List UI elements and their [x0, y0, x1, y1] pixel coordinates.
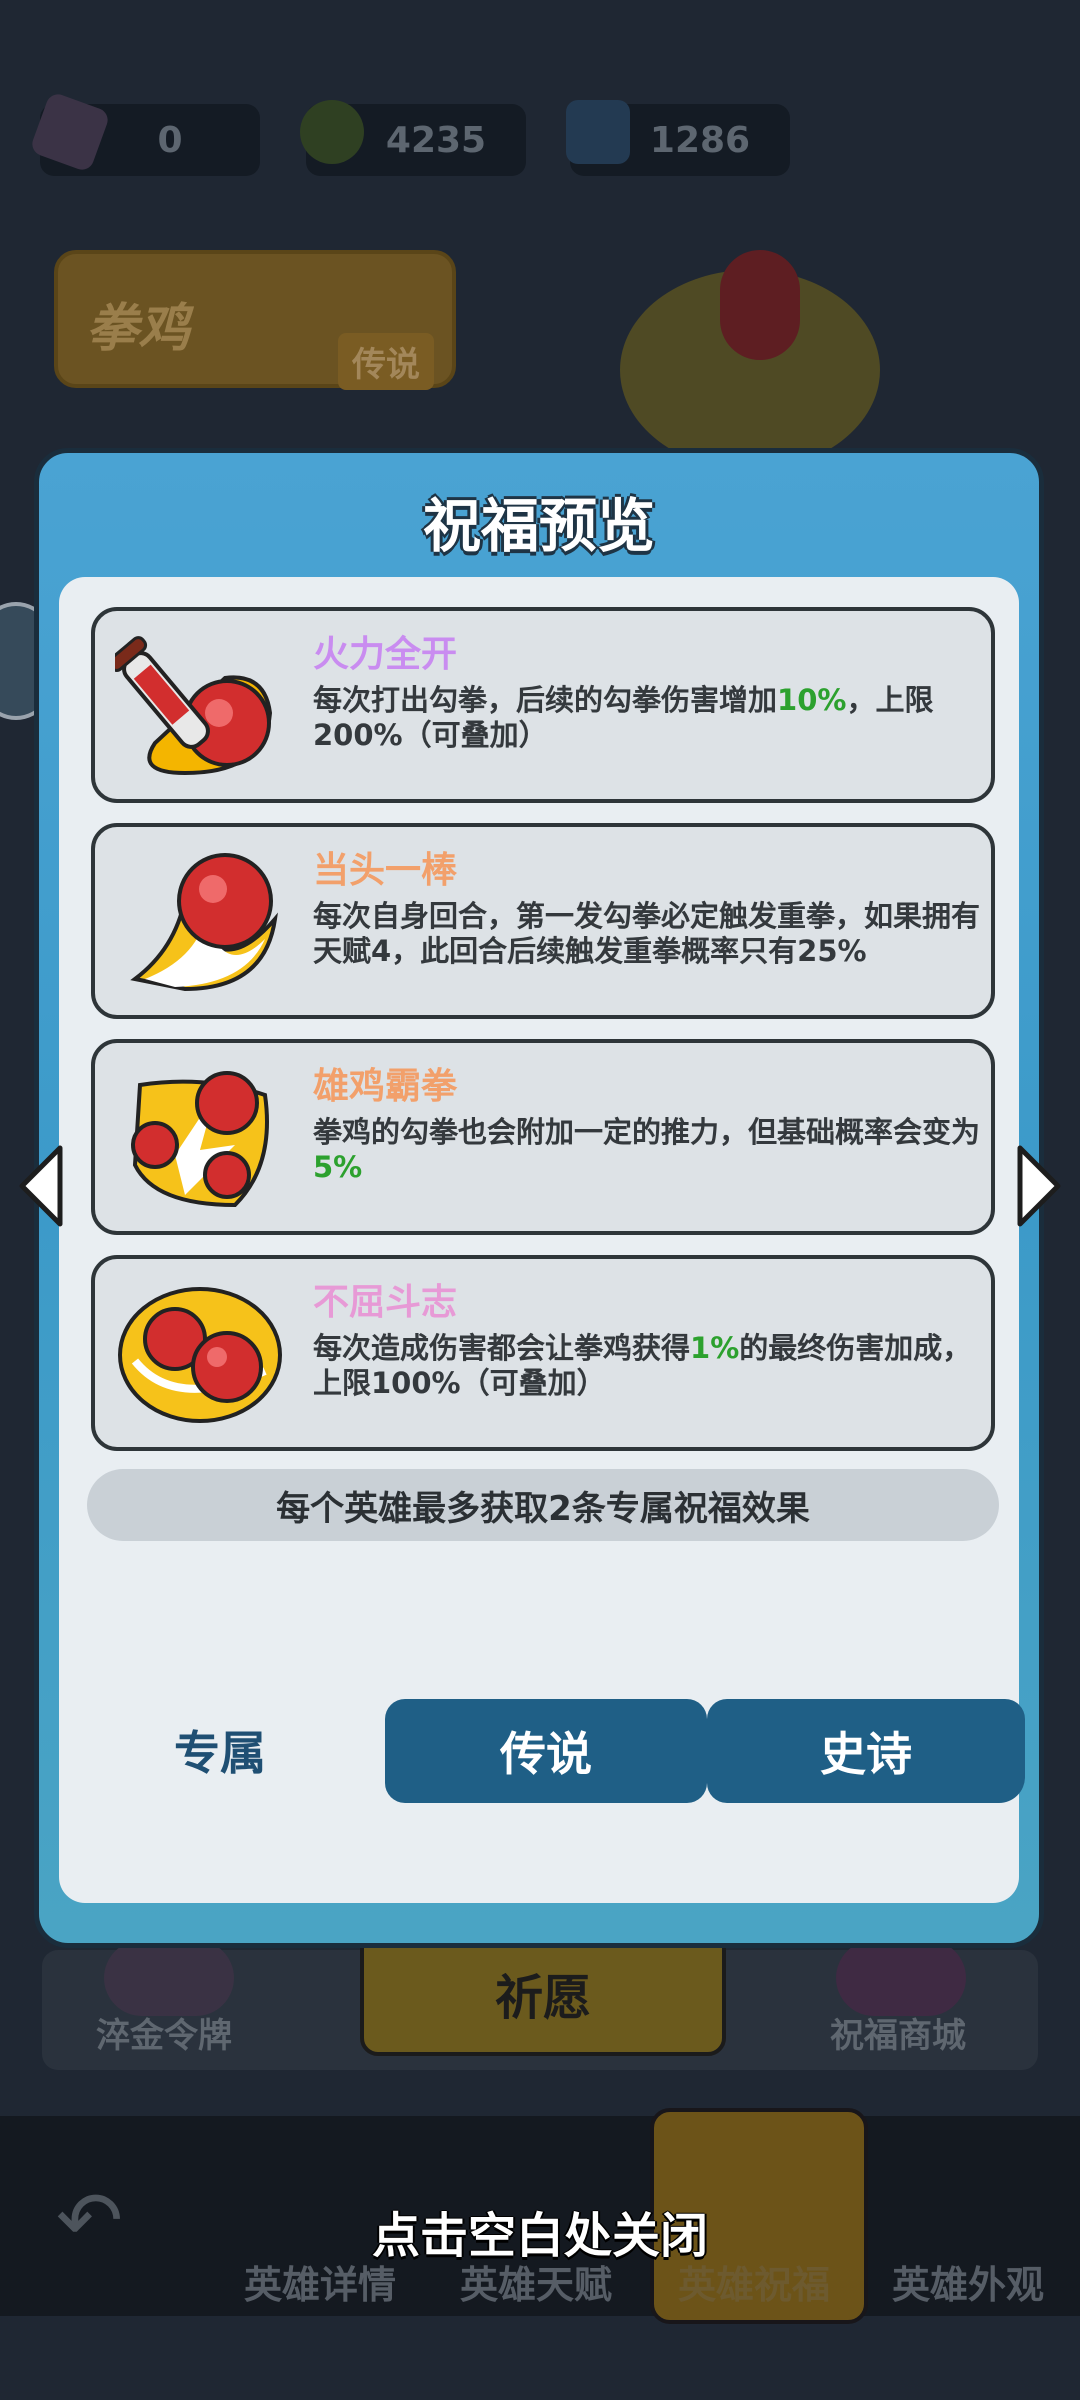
blessing-desc-text: 每次打出勾拳，后续的勾拳伤害增加 — [313, 683, 778, 717]
blessing-title: 火力全开 — [313, 634, 458, 675]
resource-blue-gem-value: 1286 — [649, 119, 751, 161]
blessing-title: 不屈斗志 — [313, 1282, 458, 1323]
syringe-fist-icon — [115, 636, 273, 776]
blessing-description: 每次造成伤害都会让拳鸡获得1%的最终伤害加成，上限100%（可叠加） — [313, 1331, 981, 1401]
blessing-desc-highlight: 5% — [313, 1150, 363, 1184]
blessing-desc-text: 每次造成伤害都会让拳鸡获得 — [313, 1331, 691, 1365]
hero-name: 拳鸡 — [86, 299, 191, 359]
blessing-title: 当头一棒 — [313, 850, 458, 891]
hero-name-plate: 拳鸡 传说 — [54, 250, 456, 390]
gold-token-label: 淬金令牌 — [96, 2016, 232, 2056]
blessing-card: 雄鸡霸拳 拳鸡的勾拳也会附加一定的推力，但基础概率会变为5% — [91, 1039, 995, 1235]
prev-arrow-icon[interactable] — [16, 1144, 66, 1228]
tab-legendary[interactable]: 传说 — [385, 1699, 707, 1803]
modal-title: 祝福预览 — [422, 492, 655, 560]
blessing-card: 当头一棒 每次自身回合，第一发勾拳必定触发重拳，如果拥有天赋4，此回合后续触发重… — [91, 823, 995, 1019]
hero-rarity-badge: 传说 — [338, 333, 434, 390]
tab-exclusive[interactable]: 专属 — [59, 1693, 381, 1807]
blessing-desc-text: 拳鸡的勾拳也会附加一定的推力，但基础概率会变为 — [313, 1115, 981, 1149]
pray-button[interactable]: 祈愿 — [360, 1930, 726, 2056]
flaming-fist-icon — [130, 853, 278, 992]
blessing-card: 火力全开 每次打出勾拳，后续的勾拳伤害增加10%，上限200%（可叠加） — [91, 607, 995, 803]
blue-gem-plus-icon — [566, 100, 630, 164]
blessing-shop-icon[interactable] — [836, 1940, 966, 2016]
blessing-shop-label: 祝福商城 — [830, 2016, 966, 2056]
next-arrow-icon[interactable] — [1014, 1144, 1064, 1228]
blessing-description: 每次自身回合，第一发勾拳必定触发重拳，如果拥有天赋4，此回合后续触发重拳概率只有… — [313, 899, 981, 969]
blessing-description: 拳鸡的勾拳也会附加一定的推力，但基础概率会变为5% — [313, 1115, 981, 1185]
triple-fist-icon — [131, 1071, 269, 1208]
blessing-card: 不屈斗志 每次造成伤害都会让拳鸡获得1%的最终伤害加成，上限100%（可叠加） — [91, 1255, 995, 1451]
resource-crystal-value: 0 — [157, 119, 183, 161]
potion-icon — [300, 100, 364, 164]
resource-potion-value: 4235 — [385, 119, 487, 161]
blessing-title: 雄鸡霸拳 — [313, 1066, 458, 1107]
blessing-limit-note: 每个英雄最多获取2条专属祝福效果 — [87, 1469, 999, 1541]
gold-token-icon[interactable] — [104, 1940, 234, 2016]
close-hint[interactable]: 点击空白处关闭 — [0, 2196, 1080, 2266]
tab-epic[interactable]: 史诗 — [707, 1699, 1025, 1803]
double-fist-swirl-icon — [118, 1287, 282, 1423]
blessing-desc-highlight: 10% — [777, 683, 847, 717]
blessing-desc-highlight: 1% — [690, 1331, 740, 1365]
blessing-desc-text: 每次自身回合，第一发勾拳必定触发重拳，如果拥有天赋4，此回合后续触发重拳概率只有… — [313, 899, 981, 968]
hero-portrait-comb — [720, 250, 800, 360]
blessing-description: 每次打出勾拳，后续的勾拳伤害增加10%，上限200%（可叠加） — [313, 683, 981, 753]
blessing-preview-modal: 祝福预览 火力全开 每次打出勾拳，后续的勾拳伤害增加10%，上限200%（可叠加… — [34, 448, 1044, 1948]
